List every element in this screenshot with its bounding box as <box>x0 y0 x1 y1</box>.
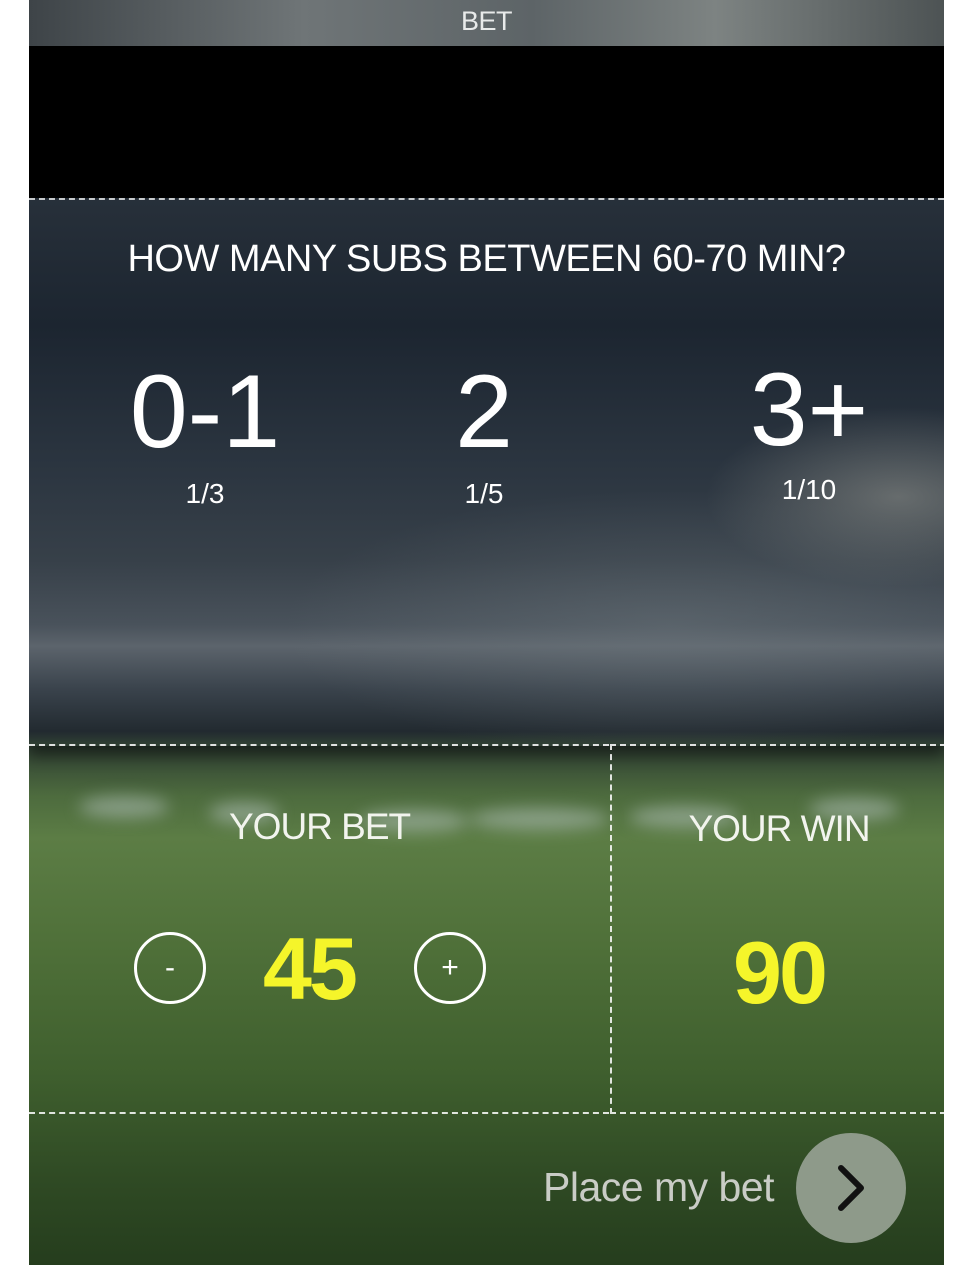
option-label: 2 <box>455 354 513 470</box>
chevron-right-icon <box>838 1165 864 1211</box>
minus-icon: - <box>165 951 175 984</box>
window-title: BET <box>460 6 513 36</box>
your-win-panel: YOUR WIN 90 <box>610 744 944 1114</box>
your-bet-label: YOUR BET <box>229 806 411 847</box>
option-odds: 1/3 <box>185 478 225 509</box>
place-bet-label[interactable]: Place my bet <box>543 1164 775 1211</box>
black-banner <box>29 46 944 198</box>
option-3-plus[interactable]: 3+ 1/10 <box>699 358 919 506</box>
option-odds: 1/5 <box>464 478 504 509</box>
decrement-button[interactable]: - <box>134 932 206 1004</box>
option-2[interactable]: 2 1/5 <box>374 360 594 510</box>
question-panel: HOW MANY SUBS BETWEEN 60-70 MIN? 0-1 1/3… <box>29 198 944 746</box>
bet-screen: BET HOW MANY SUBS BETWEEN 60-70 MIN? 0-1… <box>29 0 944 1265</box>
option-label: 0-1 <box>129 354 281 470</box>
question-text: HOW MANY SUBS BETWEEN 60-70 MIN? <box>127 238 846 280</box>
option-0-1[interactable]: 0-1 1/3 <box>95 360 315 510</box>
increment-button[interactable]: + <box>414 932 486 1004</box>
your-win-label: YOUR WIN <box>688 808 870 849</box>
place-bet-button[interactable] <box>796 1133 906 1243</box>
your-bet-panel: YOUR BET - 45 + <box>29 744 609 1114</box>
option-odds: 1/10 <box>781 474 837 505</box>
place-bet-bar: Place my bet <box>29 1112 944 1265</box>
bet-amount: 45 <box>263 919 358 1018</box>
title-bar: BET <box>29 0 944 47</box>
win-amount: 90 <box>733 923 828 1022</box>
plus-icon: + <box>441 951 459 984</box>
option-label: 3+ <box>749 352 869 468</box>
